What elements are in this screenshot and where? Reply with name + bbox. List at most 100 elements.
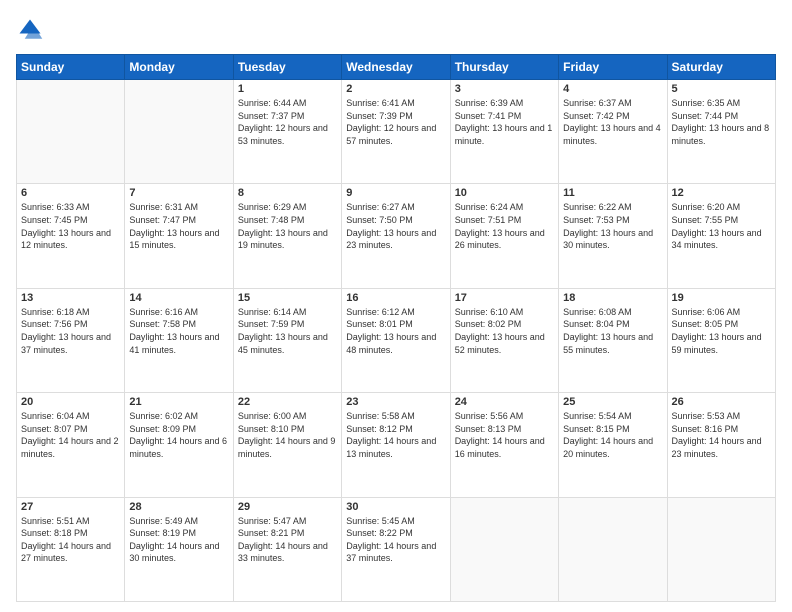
day-number: 3 <box>455 83 554 95</box>
calendar-day-cell: 23 Sunrise: 5:58 AM Sunset: 8:12 PM Dayli… <box>342 393 450 497</box>
calendar-day-cell <box>559 497 667 601</box>
day-number: 6 <box>21 187 120 199</box>
day-info: Sunrise: 6:02 AM Sunset: 8:09 PM Dayligh… <box>129 410 228 460</box>
day-info: Sunrise: 6:39 AM Sunset: 7:41 PM Dayligh… <box>455 97 554 147</box>
calendar-day-cell: 21Sunrise: 6:02 AM Sunset: 8:09 PM Dayli… <box>125 393 233 497</box>
day-number: 9 <box>346 187 445 199</box>
calendar-week-row: 27Sunrise: 5:51 AM Sunset: 8:18 PM Dayli… <box>17 497 776 601</box>
day-number: 19 <box>672 292 771 304</box>
day-number: 20 <box>21 396 120 408</box>
calendar-day-cell: 19 Sunrise: 6:06 AM Sunset: 8:05 PM Dayli… <box>667 288 775 392</box>
day-info: Sunrise: 6:22 AM Sunset: 7:53 PM Dayligh… <box>563 201 662 251</box>
calendar-day-cell <box>450 497 558 601</box>
day-info: Sunrise: 5:45 AM Sunset: 8:22 PM Dayligh… <box>346 515 445 565</box>
calendar-day-cell: 25 Sunrise: 5:54 AM Sunset: 8:15 PM Dayli… <box>559 393 667 497</box>
day-info: Sunrise: 5:53 AM Sunset: 8:16 PM Dayligh… <box>672 410 771 460</box>
calendar-day-cell: 8Sunrise: 6:29 AM Sunset: 7:48 PM Daylig… <box>233 184 341 288</box>
day-number: 17 <box>455 292 554 304</box>
calendar-week-row: 13 Sunrise: 6:18 AM Sunset: 7:56 PM Dayli… <box>17 288 776 392</box>
calendar-day-header: Sunday <box>17 55 125 80</box>
calendar-week-row: 6 Sunrise: 6:33 AM Sunset: 7:45 PM Daylig… <box>17 184 776 288</box>
day-number: 11 <box>563 187 662 199</box>
day-info: Sunrise: 6:33 AM Sunset: 7:45 PM Dayligh… <box>21 201 120 251</box>
day-info: Sunrise: 6:12 AM Sunset: 8:01 PM Dayligh… <box>346 306 445 356</box>
day-info: Sunrise: 6:41 AM Sunset: 7:39 PM Dayligh… <box>346 97 445 147</box>
calendar-day-cell: 15 Sunrise: 6:14 AM Sunset: 7:59 PM Dayli… <box>233 288 341 392</box>
calendar-day-cell: 24Sunrise: 5:56 AM Sunset: 8:13 PM Dayli… <box>450 393 558 497</box>
day-number: 10 <box>455 187 554 199</box>
day-number: 26 <box>672 396 771 408</box>
day-number: 30 <box>346 501 445 513</box>
day-info: Sunrise: 6:20 AM Sunset: 7:55 PM Dayligh… <box>672 201 771 251</box>
calendar-day-cell: 29 Sunrise: 5:47 AM Sunset: 8:21 PM Dayli… <box>233 497 341 601</box>
day-number: 16 <box>346 292 445 304</box>
day-info: Sunrise: 5:51 AM Sunset: 8:18 PM Dayligh… <box>21 515 120 565</box>
calendar-day-cell: 12 Sunrise: 6:20 AM Sunset: 7:55 PM Dayli… <box>667 184 775 288</box>
calendar-day-header: Saturday <box>667 55 775 80</box>
day-info: Sunrise: 6:27 AM Sunset: 7:50 PM Dayligh… <box>346 201 445 251</box>
calendar-day-cell: 10 Sunrise: 6:24 AM Sunset: 7:51 PM Dayli… <box>450 184 558 288</box>
calendar-day-cell: 5Sunrise: 6:35 AM Sunset: 7:44 PM Daylig… <box>667 80 775 184</box>
calendar-day-cell <box>667 497 775 601</box>
calendar-week-row: 20 Sunrise: 6:04 AM Sunset: 8:07 PM Dayli… <box>17 393 776 497</box>
calendar-day-cell: 6 Sunrise: 6:33 AM Sunset: 7:45 PM Daylig… <box>17 184 125 288</box>
logo-icon <box>16 16 44 44</box>
day-info: Sunrise: 5:49 AM Sunset: 8:19 PM Dayligh… <box>129 515 228 565</box>
day-number: 18 <box>563 292 662 304</box>
day-info: Sunrise: 6:08 AM Sunset: 8:04 PM Dayligh… <box>563 306 662 356</box>
calendar-day-cell: 20 Sunrise: 6:04 AM Sunset: 8:07 PM Dayli… <box>17 393 125 497</box>
day-number: 29 <box>238 501 337 513</box>
page: SundayMondayTuesdayWednesdayThursdayFrid… <box>0 0 792 612</box>
calendar-day-cell: 17Sunrise: 6:10 AM Sunset: 8:02 PM Dayli… <box>450 288 558 392</box>
calendar-day-cell <box>125 80 233 184</box>
calendar-day-cell: 7 Sunrise: 6:31 AM Sunset: 7:47 PM Daylig… <box>125 184 233 288</box>
day-number: 2 <box>346 83 445 95</box>
calendar-day-cell: 13 Sunrise: 6:18 AM Sunset: 7:56 PM Dayli… <box>17 288 125 392</box>
calendar-day-cell: 30 Sunrise: 5:45 AM Sunset: 8:22 PM Dayli… <box>342 497 450 601</box>
calendar-header-row: SundayMondayTuesdayWednesdayThursdayFrid… <box>17 55 776 80</box>
day-number: 23 <box>346 396 445 408</box>
day-info: Sunrise: 6:06 AM Sunset: 8:05 PM Dayligh… <box>672 306 771 356</box>
calendar-day-cell: 1 Sunrise: 6:44 AM Sunset: 7:37 PM Daylig… <box>233 80 341 184</box>
calendar-day-header: Tuesday <box>233 55 341 80</box>
calendar-day-header: Monday <box>125 55 233 80</box>
day-info: Sunrise: 5:58 AM Sunset: 8:12 PM Dayligh… <box>346 410 445 460</box>
day-info: Sunrise: 5:54 AM Sunset: 8:15 PM Dayligh… <box>563 410 662 460</box>
calendar-day-cell: 2 Sunrise: 6:41 AM Sunset: 7:39 PM Daylig… <box>342 80 450 184</box>
day-number: 4 <box>563 83 662 95</box>
header <box>16 16 776 44</box>
day-number: 5 <box>672 83 771 95</box>
calendar-day-cell: 4 Sunrise: 6:37 AM Sunset: 7:42 PM Daylig… <box>559 80 667 184</box>
day-info: Sunrise: 6:00 AM Sunset: 8:10 PM Dayligh… <box>238 410 337 460</box>
day-info: Sunrise: 6:04 AM Sunset: 8:07 PM Dayligh… <box>21 410 120 460</box>
day-info: Sunrise: 6:29 AM Sunset: 7:48 PM Dayligh… <box>238 201 337 251</box>
calendar-day-cell: 28 Sunrise: 5:49 AM Sunset: 8:19 PM Dayli… <box>125 497 233 601</box>
calendar-day-cell: 22 Sunrise: 6:00 AM Sunset: 8:10 PM Dayli… <box>233 393 341 497</box>
day-info: Sunrise: 6:37 AM Sunset: 7:42 PM Dayligh… <box>563 97 662 147</box>
calendar-day-cell: 16 Sunrise: 6:12 AM Sunset: 8:01 PM Dayli… <box>342 288 450 392</box>
calendar-day-cell: 27Sunrise: 5:51 AM Sunset: 8:18 PM Dayli… <box>17 497 125 601</box>
calendar-day-header: Wednesday <box>342 55 450 80</box>
day-info: Sunrise: 6:31 AM Sunset: 7:47 PM Dayligh… <box>129 201 228 251</box>
calendar-day-cell: 14Sunrise: 6:16 AM Sunset: 7:58 PM Dayli… <box>125 288 233 392</box>
day-info: Sunrise: 6:18 AM Sunset: 7:56 PM Dayligh… <box>21 306 120 356</box>
day-info: Sunrise: 6:14 AM Sunset: 7:59 PM Dayligh… <box>238 306 337 356</box>
day-number: 12 <box>672 187 771 199</box>
calendar-week-row: 1 Sunrise: 6:44 AM Sunset: 7:37 PM Daylig… <box>17 80 776 184</box>
calendar-day-cell <box>17 80 125 184</box>
day-number: 13 <box>21 292 120 304</box>
day-info: Sunrise: 6:16 AM Sunset: 7:58 PM Dayligh… <box>129 306 228 356</box>
day-number: 28 <box>129 501 228 513</box>
day-info: Sunrise: 5:47 AM Sunset: 8:21 PM Dayligh… <box>238 515 337 565</box>
day-number: 22 <box>238 396 337 408</box>
calendar-day-cell: 9 Sunrise: 6:27 AM Sunset: 7:50 PM Daylig… <box>342 184 450 288</box>
day-info: Sunrise: 6:44 AM Sunset: 7:37 PM Dayligh… <box>238 97 337 147</box>
calendar-day-cell: 11 Sunrise: 6:22 AM Sunset: 7:53 PM Dayli… <box>559 184 667 288</box>
calendar-day-cell: 18 Sunrise: 6:08 AM Sunset: 8:04 PM Dayli… <box>559 288 667 392</box>
day-number: 7 <box>129 187 228 199</box>
day-number: 25 <box>563 396 662 408</box>
day-number: 1 <box>238 83 337 95</box>
day-number: 15 <box>238 292 337 304</box>
day-info: Sunrise: 6:24 AM Sunset: 7:51 PM Dayligh… <box>455 201 554 251</box>
logo <box>16 16 48 44</box>
